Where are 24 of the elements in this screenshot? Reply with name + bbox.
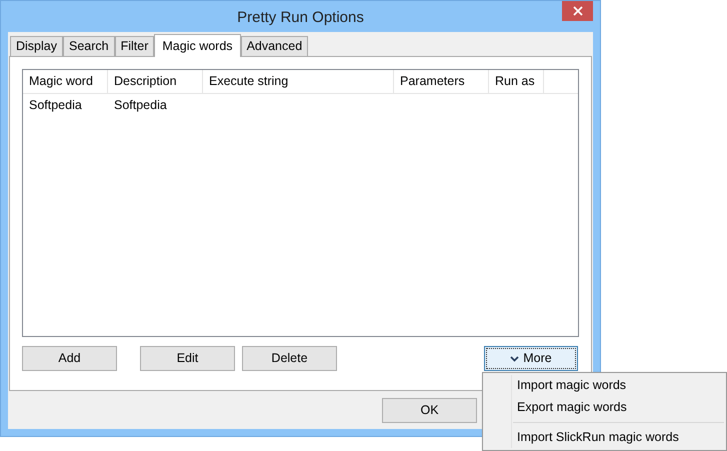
menu-item[interactable]: Import magic words <box>483 375 726 397</box>
tab[interactable]: Advanced <box>240 36 308 56</box>
action-button[interactable]: Delete <box>242 346 337 371</box>
close-button[interactable] <box>562 1 593 21</box>
column-header[interactable]: Magic word <box>29 72 93 91</box>
chevron-down-icon <box>510 356 520 362</box>
action-button[interactable]: Add <box>22 346 117 371</box>
column-header[interactable]: Run as <box>495 72 535 91</box>
column-header[interactable]: Parameters <box>400 72 465 91</box>
tab[interactable]: Magic words <box>154 34 241 57</box>
tab[interactable]: Display <box>10 36 63 56</box>
menu-item[interactable]: Export magic words <box>483 396 726 418</box>
close-icon <box>572 6 582 16</box>
menu-item[interactable]: Import SlickRun magic words <box>483 426 726 448</box>
window-title: Pretty Run Options <box>237 8 364 28</box>
table-cell: Softpedia <box>29 98 82 112</box>
tab[interactable]: Search <box>63 36 115 56</box>
ok-button[interactable]: OK <box>382 398 477 422</box>
column-header[interactable]: Description <box>114 72 177 91</box>
action-button[interactable]: Edit <box>140 346 235 371</box>
tab[interactable]: Filter <box>114 36 154 56</box>
more-button[interactable]: More <box>484 346 578 371</box>
table-cell: Softpedia <box>114 98 167 112</box>
column-header[interactable]: Execute string <box>209 72 288 91</box>
